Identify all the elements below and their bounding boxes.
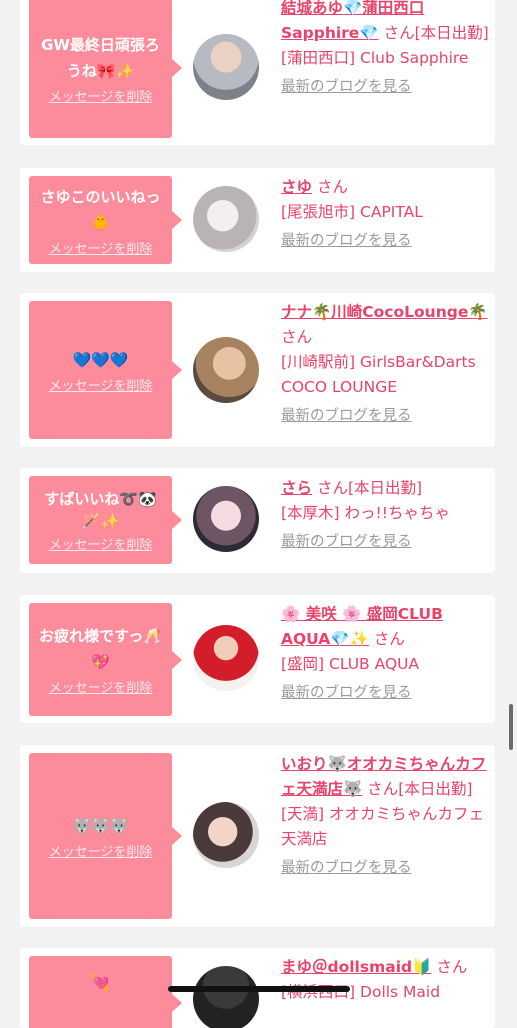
attendance-status: [本日出勤] xyxy=(347,479,423,497)
delete-message-link[interactable]: メッセージを削除 xyxy=(49,86,153,105)
like-card: すばいいね➰🐼🪄✨ メッセージを削除 さら さん[本日出勤] [本厚木] わっ!… xyxy=(20,468,495,573)
user-info: まゆ＠dollsmaid🔰 さん [横浜西口] Dolls Maid xyxy=(281,955,493,1005)
user-info: 🌸 美咲 🌸 盛岡CLUB AQUA💎✨ さん [盛岡] CLUB AQUA 最… xyxy=(281,602,493,706)
message-bubble: 🐺🐺🐺 メッセージを削除 xyxy=(29,753,182,919)
shop-label: [尾張旭市] CAPITAL xyxy=(281,203,423,221)
message-text: お疲れ様ですっ🥂💖 xyxy=(38,627,163,671)
message-bubble: 💘 xyxy=(29,956,182,1028)
delete-message-link[interactable]: メッセージを削除 xyxy=(49,677,153,696)
latest-blog-link[interactable]: 最新のブログを見る xyxy=(281,75,493,100)
message-text: さゆこのいいねっ🐥 xyxy=(40,187,161,232)
message-bubble: さゆこのいいねっ🐥 メッセージを削除 xyxy=(29,176,182,264)
san-label: さん xyxy=(373,630,405,648)
avatar[interactable] xyxy=(193,966,259,1028)
latest-blog-link[interactable]: 最新のブログを見る xyxy=(281,530,493,555)
shop-label: [天満] オオカミちゃんカフェ天満店 xyxy=(281,805,485,848)
scrollbar[interactable] xyxy=(509,704,513,750)
user-name-link[interactable]: まゆ＠dollsmaid🔰 xyxy=(281,958,431,976)
latest-blog-link[interactable]: 最新のブログを見る xyxy=(281,229,493,254)
user-info: さら さん[本日出勤] [本厚木] わっ!!ちゃちゃ 最新のブログを見る xyxy=(281,476,493,555)
avatar[interactable] xyxy=(193,802,259,868)
like-card: 🐺🐺🐺 メッセージを削除 いおり🐺オオカミちゃんカフェ天満店🐺 さん[本日出勤]… xyxy=(20,745,495,927)
message-bubble: お疲れ様ですっ🥂💖 メッセージを削除 xyxy=(29,603,182,716)
avatar[interactable] xyxy=(193,186,259,252)
like-card: 💙💙💙 メッセージを削除 ナナ🌴川崎CocoLounge🌴 さん [川崎駅前] … xyxy=(20,293,495,447)
delete-message-link[interactable]: メッセージを削除 xyxy=(49,375,153,394)
user-name-link[interactable]: さら xyxy=(281,479,312,497)
san-label: さん xyxy=(281,328,313,346)
message-text: 💘 xyxy=(91,974,110,992)
message-text: GW最終日頑張ろうね🎀✨ xyxy=(41,35,160,80)
shop-label: [横浜西口] Dolls Maid xyxy=(281,983,441,1001)
avatar[interactable] xyxy=(193,337,259,403)
delete-message-link[interactable]: メッセージを削除 xyxy=(49,841,153,860)
message-text: 💙💙💙 xyxy=(72,350,129,369)
san-label: さん xyxy=(367,780,399,798)
user-name-link[interactable]: さゆ xyxy=(281,178,312,196)
san-label: さん xyxy=(436,958,468,976)
like-card: GW最終日頑張ろうね🎀✨ メッセージを削除 結城あゆ💎蒲田西口Sapphire💎… xyxy=(20,0,495,145)
avatar[interactable] xyxy=(193,34,259,100)
san-label: さん xyxy=(316,178,348,196)
avatar[interactable] xyxy=(193,625,259,691)
shop-label: [川崎駅前] GirlsBar&Darts COCO LOUNGE xyxy=(281,353,476,396)
shop-label: [蒲田西口] Club Sapphire xyxy=(281,49,469,67)
home-indicator[interactable] xyxy=(168,986,350,992)
attendance-status: [本日出勤] xyxy=(414,24,489,42)
san-label: さん xyxy=(383,24,415,42)
delete-message-link[interactable]: メッセージを削除 xyxy=(49,534,153,553)
message-bubble: すばいいね➰🐼🪄✨ メッセージを削除 xyxy=(29,476,182,564)
attendance-status: [本日出勤] xyxy=(398,780,473,798)
like-card: お疲れ様ですっ🥂💖 メッセージを削除 🌸 美咲 🌸 盛岡CLUB AQUA💎✨ … xyxy=(20,595,495,723)
latest-blog-link[interactable]: 最新のブログを見る xyxy=(281,681,493,706)
shop-label: [本厚木] わっ!!ちゃちゃ xyxy=(281,504,450,522)
user-name-link[interactable]: ナナ🌴川崎CocoLounge🌴 xyxy=(281,303,488,321)
san-label: さん xyxy=(316,479,348,497)
user-info: 結城あゆ💎蒲田西口Sapphire💎 さん[本日出勤] [蒲田西口] Club … xyxy=(281,0,493,100)
message-text: 🐺🐺🐺 xyxy=(72,816,129,835)
shop-label: [盛岡] CLUB AQUA xyxy=(281,655,420,673)
message-bubble: GW最終日頑張ろうね🎀✨ メッセージを削除 xyxy=(29,0,182,138)
user-info: さゆ さん [尾張旭市] CAPITAL 最新のブログを見る xyxy=(281,175,493,254)
message-text: すばいいね➰🐼🪄✨ xyxy=(44,489,157,530)
user-info: いおり🐺オオカミちゃんカフェ天満店🐺 さん[本日出勤] [天満] オオカミちゃん… xyxy=(281,752,493,881)
message-bubble: 💙💙💙 メッセージを削除 xyxy=(29,301,182,439)
avatar[interactable] xyxy=(193,486,259,552)
user-name-link[interactable]: 🌸 美咲 🌸 盛岡CLUB AQUA💎✨ xyxy=(281,605,443,648)
user-info: ナナ🌴川崎CocoLounge🌴 さん [川崎駅前] GirlsBar&Dart… xyxy=(281,300,493,429)
latest-blog-link[interactable]: 最新のブログを見る xyxy=(281,856,493,881)
like-card: さゆこのいいねっ🐥 メッセージを削除 さゆ さん [尾張旭市] CAPITAL … xyxy=(20,168,495,272)
delete-message-link[interactable]: メッセージを削除 xyxy=(49,238,153,257)
latest-blog-link[interactable]: 最新のブログを見る xyxy=(281,404,493,429)
